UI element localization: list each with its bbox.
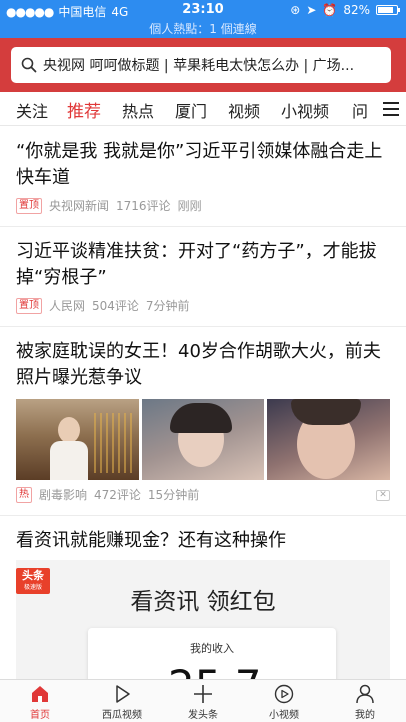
article-meta: 置顶 人民网 504评论 7分钟前 (16, 297, 390, 326)
search-icon (21, 57, 37, 73)
list-item[interactable]: “你就是我 我就是你”习近平引领媒体融合走上快车道 置顶 央视网新闻 1716评… (0, 127, 406, 227)
channel-menu-icon[interactable] (382, 99, 400, 119)
plus-icon (194, 685, 212, 703)
article-time: 15分钟前 (147, 488, 200, 502)
nav-post[interactable]: 发头条 (163, 683, 243, 721)
article-title[interactable]: “你就是我 我就是你”习近平引领媒体融合走上快车道 (16, 139, 390, 191)
pinned-badge: 置顶 (16, 197, 42, 214)
hotspot-banner[interactable]: 個人熱點：1 個連線 (0, 20, 406, 38)
battery-fill (378, 7, 393, 13)
tab-recommend[interactable]: 推荐 (67, 97, 101, 122)
status-right: ⊛ ➤ ⏰ 82% (290, 3, 400, 17)
article-time: 刚刚 (177, 199, 202, 213)
income-label: 我的收入 (190, 642, 234, 655)
nav-xigua-video[interactable]: 西瓜视频 (82, 683, 162, 721)
battery-percent: 82% (343, 3, 370, 17)
article-thumbnail[interactable] (16, 399, 139, 480)
home-icon (32, 686, 48, 702)
article-comments: 504评论 (92, 299, 139, 313)
nav-profile[interactable]: 我的 (325, 683, 405, 721)
profile-icon (356, 684, 374, 704)
article-title[interactable]: 习近平谈精准扶贫：开对了“药方子”，才能拔掉“穷根子” (16, 239, 390, 291)
article-thumbnail[interactable] (267, 399, 391, 480)
tab-qa[interactable]: 问 (352, 98, 368, 122)
search-suggestion-text: 央视网 呵呵做标题 | 苹果耗电太快怎么办 | 广场... (43, 58, 355, 74)
nav-label: 发头条 (188, 710, 218, 721)
article-title[interactable]: 被家庭耽误的女王！40岁合作胡歌大火，前夫照片曝光惹争议 (16, 339, 390, 391)
article-time: 7分钟前 (145, 299, 190, 313)
nav-home[interactable]: 首页 (0, 683, 80, 721)
article-source[interactable]: 央视网新闻 (49, 197, 109, 214)
article-meta: 置顶 央视网新闻 1716评论 刚刚 (16, 197, 390, 226)
tab-mini-video[interactable]: 小视频 (281, 98, 329, 122)
nav-mini-video[interactable]: 小视频 (244, 683, 324, 721)
tab-hot[interactable]: 热点 (122, 98, 154, 122)
list-item[interactable]: 被家庭耽误的女王！40岁合作胡歌大火，前夫照片曝光惹争议 热 剧毒影响 472评… (0, 327, 406, 516)
article-thumbnail[interactable] (141, 399, 265, 480)
article-source[interactable]: 人民网 (49, 297, 85, 314)
nav-label: 首页 (30, 710, 50, 721)
tab-xiamen[interactable]: 厦门 (175, 98, 207, 122)
tab-follow[interactable]: 关注 (16, 98, 48, 122)
pinned-badge: 置顶 (16, 297, 42, 314)
status-bar: ●●●●● 中国电信 4G 23:10 ⊛ ➤ ⏰ 82% (0, 0, 406, 20)
top-header: 央视网 呵呵做标题 | 苹果耗电太快怎么办 | 广场... (0, 38, 406, 92)
article-title[interactable]: 看资讯就能赚现金？还有这种操作 (16, 528, 390, 554)
article-images (16, 399, 391, 480)
mini-video-icon (274, 684, 294, 704)
list-item[interactable]: 习近平谈精准扶贫：开对了“药方子”，才能拔掉“穷根子” 置顶 人民网 504评论… (0, 227, 406, 327)
article-comments: 1716评论 (116, 199, 171, 213)
article-comments: 472评论 (94, 488, 141, 502)
search-box[interactable]: 央视网 呵呵做标题 | 苹果耗电太快怎么办 | 广场... (11, 47, 391, 83)
tab-video[interactable]: 视频 (228, 98, 260, 122)
hot-badge: 热 (16, 486, 32, 503)
dislike-close-icon[interactable]: ✕ (376, 490, 390, 501)
battery-icon (376, 5, 400, 15)
ad-headline: 看资讯 领红包 (130, 589, 276, 615)
nav-label: 小视频 (269, 710, 299, 721)
rotation-lock-icon: ⊛ (290, 3, 301, 17)
news-feed: “你就是我 我就是你”习近平引领媒体融合走上快车道 置顶 央视网新闻 1716评… (0, 127, 406, 710)
nav-label: 西瓜视频 (102, 710, 142, 721)
bottom-nav: 首页 西瓜视频 发头条 小视频 我的 (0, 679, 406, 722)
nav-label: 我的 (355, 710, 375, 721)
play-icon (116, 685, 130, 703)
channel-tabs: 关注 推荐 热点 厦门 视频 小视频 问 (0, 92, 406, 126)
alarm-icon: ⏰ (322, 3, 338, 17)
location-icon: ➤ (306, 3, 317, 17)
article-meta: 热 剧毒影响 472评论 15分钟前 (16, 486, 390, 515)
article-source[interactable]: 剧毒影响 (39, 486, 87, 503)
